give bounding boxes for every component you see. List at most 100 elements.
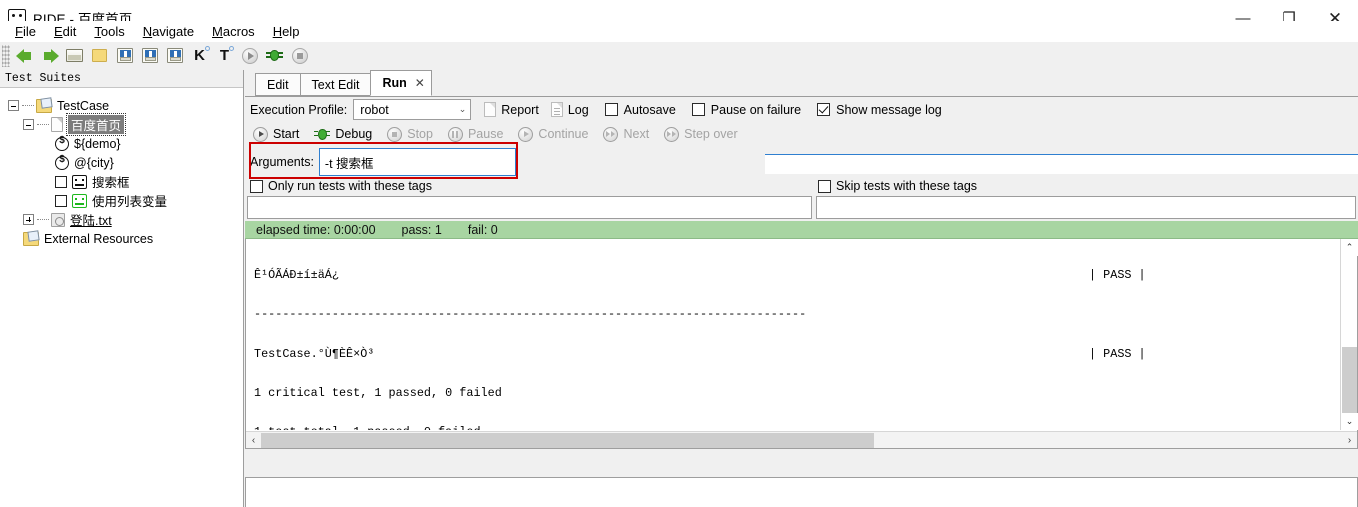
pause-on-failure-checkbox[interactable]: Pause on failure [691,102,802,117]
tab-run[interactable]: Run ✕ [370,70,432,96]
fail-count-label: fail: 0 [467,222,498,237]
expander-plus-icon[interactable] [23,214,34,225]
scroll-up-icon[interactable]: ⌃ [1341,239,1358,256]
console-vertical-scrollbar[interactable]: ⌃ ⌄ [1340,239,1358,430]
only-run-tags-input[interactable] [247,196,812,219]
tree-connector [37,219,49,220]
save-icon[interactable] [112,43,137,68]
run-control-row: Start Debug Stop Pause Continue Next Ste… [245,122,1358,146]
arguments-value: -t 搜索框 [324,156,374,171]
skip-tags-checkbox-box [818,179,831,193]
tab-edit[interactable]: Edit [255,73,301,96]
arguments-input[interactable]: -t 搜索框 [318,148,516,176]
step-over-label: Step over [684,127,738,141]
log-button[interactable]: Log [550,102,589,117]
tree-item-denglu-txt[interactable]: 登陆.txt [0,210,243,229]
tree-item-list-variable-test[interactable]: 使用列表变量 [0,191,243,210]
elapsed-time-label: elapsed time: 0:00:00 [256,222,376,237]
run-icon[interactable] [237,43,262,68]
search-test-icon[interactable]: T [212,43,237,68]
console-horizontal-scrollbar[interactable]: ‹ › [246,431,1357,448]
tab-close-icon[interactable]: ✕ [415,76,425,90]
tree-item-checkbox[interactable] [55,175,67,188]
tree-item-external-resources[interactable]: External Resources [0,229,243,248]
ride-application-window: RIDE - 百度首页 — ❐ ✕ File Edit Tools Naviga… [0,0,1358,507]
expander-minus-icon[interactable] [23,119,34,130]
forward-arrow-icon[interactable] [37,43,62,68]
console-line: Ê¹ÓÃÁÐ±í±äÁ¿ | PASS | [254,269,1339,282]
execution-profile-select[interactable]: robot ⌄ [353,99,472,120]
tree-item-city-variable[interactable]: @{city} [0,153,243,172]
menu-file-rest: ile [22,24,36,39]
main-editor-area: Edit Text Edit Run ✕ Execution Profile: … [245,70,1358,507]
save-as-icon[interactable] [137,43,162,68]
play-icon [518,126,534,142]
save-all-icon[interactable] [162,43,187,68]
console-output-text[interactable]: Ê¹ÓÃÁÐ±í±äÁ¿ | PASS | -------------------… [246,239,1339,430]
stop-button: Stop [387,126,433,142]
scroll-right-icon[interactable]: › [1342,432,1357,449]
tree-item-label: @{city} [74,155,114,170]
stop-icon [387,126,403,142]
skip-tags-checkbox[interactable]: Skip tests with these tags [818,179,977,193]
pause-button: Pause [447,126,504,142]
open-folder-icon[interactable] [87,43,112,68]
menu-tools[interactable]: Tools [85,23,133,40]
tag-filter-row: Only run tests with these tags Skip test… [245,178,1358,196]
show-message-log-checkbox-box [817,103,831,116]
tag-input-row [245,196,1358,221]
tree-item-checkbox[interactable] [55,194,67,207]
menu-edit[interactable]: Edit [45,23,85,40]
file-icon [51,117,63,132]
tab-edit-label: Edit [267,77,289,92]
tab-run-label: Run [382,76,407,90]
tree-item-label: External Resources [44,231,154,246]
menu-navigate[interactable]: Navigate [134,23,203,40]
stop-icon[interactable] [287,43,312,68]
scroll-down-icon[interactable]: ⌄ [1341,413,1358,430]
arguments-label: Arguments: [250,155,314,169]
horizontal-scrollbar-thumb[interactable] [261,433,874,448]
autosave-checkbox[interactable]: Autosave [604,103,676,117]
test-suite-tree: TestCase 百度首页 ${demo} @{city} 搜索框 [0,88,243,248]
tree-item-baidu-home[interactable]: 百度首页 [0,113,243,136]
search-keyword-icon[interactable]: K [187,43,212,68]
tab-text-edit-label: Text Edit [311,77,360,92]
test-icon [72,174,87,189]
tree-connector [37,124,49,125]
toolbar-grip[interactable] [2,44,10,67]
pause-on-failure-label: Pause on failure [710,102,802,117]
report-button[interactable]: Report [484,102,539,117]
variable-icon [55,135,69,151]
console-line-status: | PASS | [1089,268,1146,283]
next-icon [603,126,619,142]
expander-minus-icon[interactable] [8,100,19,111]
menu-bar: File Edit Tools Navigate Macros Help [0,21,1358,42]
skip-tags-input[interactable] [816,196,1356,219]
tree-item-search-box-test[interactable]: 搜索框 [0,172,243,191]
tree-item-label: 搜索框 [92,176,130,190]
pause-label: Pause [467,127,504,141]
show-message-log-checkbox[interactable]: Show message log [817,103,942,117]
tree-item-label: 百度首页 [65,113,127,136]
menu-help[interactable]: Help [264,23,309,40]
debug-icon[interactable] [262,43,287,68]
pause-icon [447,126,463,142]
debug-button[interactable]: Debug [314,127,372,142]
report-document-icon [484,102,497,117]
tree-item-label: TestCase [57,98,110,113]
editor-tab-strip: Edit Text Edit Run ✕ [245,70,1358,97]
only-run-tags-checkbox[interactable]: Only run tests with these tags [250,179,432,193]
message-log-panel[interactable]: Starting test: TestCase.百度首页.使用列表变量 [245,477,1358,507]
tab-text-edit[interactable]: Text Edit [299,73,372,96]
back-arrow-icon[interactable] [12,43,37,68]
debug-label: Debug [335,127,373,141]
tree-item-demo-variable[interactable]: ${demo} [0,134,243,153]
start-button[interactable]: Start [253,126,299,142]
scroll-left-icon[interactable]: ‹ [246,432,261,449]
menu-macros[interactable]: Macros [203,23,264,40]
open-file-icon[interactable] [62,43,87,68]
vertical-scrollbar-thumb[interactable] [1342,347,1357,419]
tree-item-testcase[interactable]: TestCase [0,96,243,115]
menu-file[interactable]: File [6,23,45,40]
